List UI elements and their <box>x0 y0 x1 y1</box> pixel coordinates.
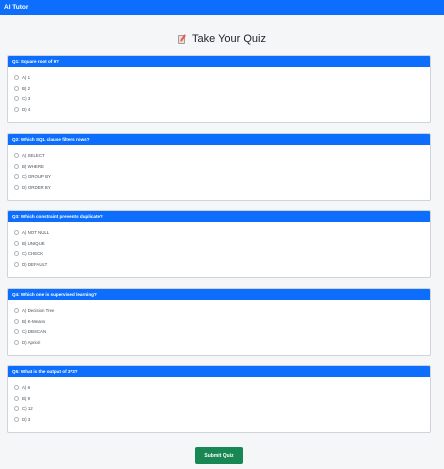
option-label: A) NOT NULL <box>22 229 50 235</box>
question-card-4: Q4: Which one is supervised learning? A)… <box>7 288 431 356</box>
radio-button[interactable] <box>14 416 19 422</box>
question-label: Q5: What is the output of 3*3? <box>8 366 430 377</box>
radio-button[interactable] <box>14 229 19 235</box>
option-q1-a[interactable]: A) 1 <box>14 72 430 83</box>
radio-button[interactable] <box>14 318 19 324</box>
page-title-text: Take Your Quiz <box>192 33 266 45</box>
radio-button[interactable] <box>14 96 19 102</box>
option-label: C) DBSCAN <box>22 329 47 335</box>
option-label: C) CHECK <box>22 251 44 257</box>
question-card-1: Q1: Square root of 9? A) 1 B) 2 C) 3 D) … <box>7 55 431 123</box>
submit-quiz-button[interactable]: Submit Quiz <box>195 447 243 464</box>
radio-button[interactable] <box>14 307 19 313</box>
question-card-3: Q3: Which constraint prevents duplicate?… <box>7 210 431 278</box>
radio-button[interactable] <box>14 329 19 335</box>
radio-button[interactable] <box>14 261 19 267</box>
option-label: B) K-Means <box>22 318 46 324</box>
option-label: B) 2 <box>22 85 31 91</box>
option-label: D) Apriori <box>22 339 41 345</box>
radio-button[interactable] <box>14 240 19 246</box>
question-label: Q2: Which SQL clause filters rows? <box>8 134 430 145</box>
option-label: A) 1 <box>22 74 31 80</box>
radio-button[interactable] <box>14 106 19 112</box>
radio-button[interactable] <box>14 74 19 80</box>
navbar: AI Tutor <box>0 0 444 15</box>
option-q3-b[interactable]: B) UNIQUE <box>14 238 430 249</box>
option-q5-a[interactable]: A) 6 <box>14 382 430 393</box>
memo-icon <box>178 34 187 44</box>
option-label: C) 12 <box>22 406 33 412</box>
option-q1-d[interactable]: D) 4 <box>14 104 430 115</box>
option-q3-c[interactable]: C) CHECK <box>14 248 430 259</box>
app-brand[interactable]: AI Tutor <box>4 4 28 11</box>
question-label: Q1: Square root of 9? <box>8 56 430 67</box>
option-q5-d[interactable]: D) 3 <box>14 414 430 425</box>
option-label: D) 3 <box>22 416 31 422</box>
option-label: B) WHERE <box>22 163 44 169</box>
option-label: C) GROUP BY <box>22 174 51 180</box>
option-label: C) 3 <box>22 96 31 102</box>
question-label: Q3: Which constraint prevents duplicate? <box>8 211 430 222</box>
option-q4-a[interactable]: A) Decision Tree <box>14 305 430 316</box>
radio-button[interactable] <box>14 339 19 345</box>
option-q4-b[interactable]: B) K-Means <box>14 316 430 327</box>
option-q2-c[interactable]: C) GROUP BY <box>14 171 430 182</box>
option-q1-c[interactable]: C) 3 <box>14 93 430 104</box>
radio-button[interactable] <box>14 395 19 401</box>
radio-button[interactable] <box>14 184 19 190</box>
question-card-2: Q2: Which SQL clause filters rows? A) SE… <box>7 133 431 201</box>
radio-button[interactable] <box>14 406 19 412</box>
option-label: D) ORDER BY <box>22 184 51 190</box>
option-q1-b[interactable]: B) 2 <box>14 83 430 94</box>
option-q2-d[interactable]: D) ORDER BY <box>14 182 430 193</box>
page-title: Take Your Quiz <box>0 33 444 45</box>
option-q3-d[interactable]: D) DEFAULT <box>14 259 430 270</box>
question-label: Q4: Which one is supervised learning? <box>8 289 430 300</box>
option-q4-c[interactable]: C) DBSCAN <box>14 326 430 337</box>
radio-button[interactable] <box>14 163 19 169</box>
option-label: A) Decision Tree <box>22 307 55 313</box>
radio-button[interactable] <box>14 251 19 257</box>
radio-button[interactable] <box>14 152 19 158</box>
option-label: B) UNIQUE <box>22 240 45 246</box>
option-q5-c[interactable]: C) 12 <box>14 403 430 414</box>
option-q4-d[interactable]: D) Apriori <box>14 337 430 348</box>
question-card-5: Q5: What is the output of 3*3? A) 6 B) 9… <box>7 365 431 433</box>
option-label: B) 9 <box>22 395 31 401</box>
radio-button[interactable] <box>14 384 19 390</box>
option-q5-b[interactable]: B) 9 <box>14 393 430 404</box>
option-q2-b[interactable]: B) WHERE <box>14 161 430 172</box>
option-label: D) 4 <box>22 106 31 112</box>
radio-button[interactable] <box>14 85 19 91</box>
option-q3-a[interactable]: A) NOT NULL <box>14 227 430 238</box>
option-q2-a[interactable]: A) SELECT <box>14 150 430 161</box>
option-label: A) 6 <box>22 384 31 390</box>
radio-button[interactable] <box>14 174 19 180</box>
option-label: A) SELECT <box>22 152 45 158</box>
option-label: D) DEFAULT <box>22 261 48 267</box>
